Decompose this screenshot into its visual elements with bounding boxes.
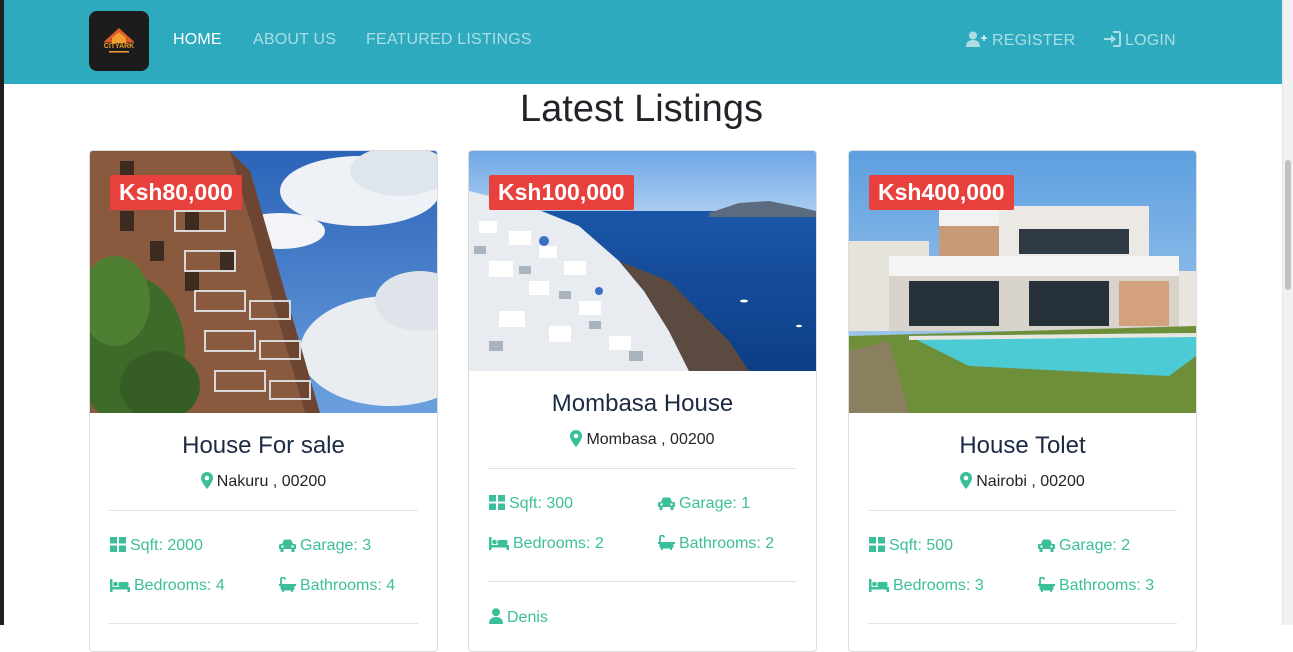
listing-card: Ksh100,000 Mombasa House Mombasa , 00200… <box>468 150 817 652</box>
car-icon <box>1038 537 1059 554</box>
map-marker-icon <box>960 472 976 490</box>
listing-location: Nakuru , 00200 <box>90 472 437 491</box>
bath-icon <box>279 576 300 594</box>
bathrooms-info: Bathrooms: 3 <box>1038 576 1155 595</box>
bathrooms-info: Bathrooms: 2 <box>658 534 775 553</box>
garage-text: Garage: 3 <box>300 537 372 554</box>
garage-info: Garage: 1 <box>658 495 750 513</box>
listing-title[interactable]: Mombasa House <box>469 390 816 418</box>
logo-text: CITYARK <box>104 43 134 50</box>
sqft-text: Sqft: 500 <box>889 537 954 554</box>
site-logo[interactable]: CITYARK <box>89 11 149 71</box>
bath-icon <box>1038 576 1059 594</box>
divider <box>868 623 1177 624</box>
listing-title[interactable]: House Tolet <box>849 432 1196 460</box>
bathrooms-text: Bathrooms: 3 <box>1059 577 1155 594</box>
bathrooms-text: Bathrooms: 4 <box>300 577 396 594</box>
divider <box>109 623 418 624</box>
price-badge: Ksh400,000 <box>869 175 1014 210</box>
listing-location: Mombasa , 00200 <box>469 430 816 449</box>
car-icon <box>658 495 679 512</box>
sign-in-icon <box>1104 31 1125 49</box>
user-plus-icon <box>966 31 992 49</box>
map-marker-icon <box>570 430 586 448</box>
page-heading: Latest Listings <box>520 88 763 130</box>
price-badge: Ksh100,000 <box>489 175 634 210</box>
nav-home-link[interactable]: HOME <box>173 31 222 49</box>
sqft-info: Sqft: 300 <box>489 495 573 513</box>
bedrooms-text: Bedrooms: 3 <box>893 577 984 594</box>
login-label: LOGIN <box>1125 32 1176 49</box>
th-large-icon <box>110 537 130 554</box>
bath-icon <box>658 534 679 552</box>
divider <box>109 510 418 511</box>
listing-card: Ksh400,000 House Tolet Nairobi , 00200 S… <box>848 150 1197 652</box>
sqft-text: Sqft: 2000 <box>130 537 203 554</box>
bedrooms-info: Bedrooms: 2 <box>489 535 604 553</box>
garage-info: Garage: 3 <box>279 537 371 555</box>
bedrooms-info: Bedrooms: 4 <box>110 577 225 595</box>
listing-card: Ksh80,000 House For sale Nakuru , 00200 … <box>89 150 438 652</box>
navbar: CITYARK HOME ABOUT US FEATURED LISTINGS … <box>4 0 1283 84</box>
car-icon <box>279 537 300 554</box>
bathrooms-info: Bathrooms: 4 <box>279 576 396 595</box>
listing-title[interactable]: House For sale <box>90 432 437 460</box>
register-label: REGISTER <box>992 32 1076 49</box>
listing-location: Nairobi , 00200 <box>849 472 1196 491</box>
scrollbar-thumb[interactable] <box>1285 160 1291 290</box>
location-text: Nakuru , 00200 <box>216 473 327 490</box>
divider <box>868 510 1177 511</box>
th-large-icon <box>489 495 509 512</box>
bedrooms-text: Bedrooms: 4 <box>134 577 225 594</box>
bed-icon <box>110 577 134 594</box>
register-link[interactable]: REGISTER <box>966 31 1075 50</box>
bedrooms-text: Bedrooms: 2 <box>513 535 604 552</box>
divider <box>488 468 797 469</box>
sqft-text: Sqft: 300 <box>509 495 574 512</box>
agent-info: Denis <box>489 608 548 627</box>
th-large-icon <box>869 537 889 554</box>
garage-text: Garage: 1 <box>679 495 751 512</box>
location-text: Mombasa , 00200 <box>586 431 715 448</box>
user-icon <box>489 608 507 626</box>
agent-name: Denis <box>507 609 548 626</box>
garage-info: Garage: 2 <box>1038 537 1130 555</box>
sqft-info: Sqft: 2000 <box>110 537 203 555</box>
divider <box>488 581 797 582</box>
location-text: Nairobi , 00200 <box>976 473 1085 490</box>
map-marker-icon <box>200 472 217 490</box>
bathrooms-text: Bathrooms: 2 <box>679 535 775 552</box>
bed-icon <box>489 535 513 552</box>
bed-icon <box>869 577 893 594</box>
nav-about-link[interactable]: ABOUT US <box>253 31 336 49</box>
login-link[interactable]: LOGIN <box>1104 31 1176 50</box>
bedrooms-info: Bedrooms: 3 <box>869 577 984 595</box>
page-scrollbar[interactable] <box>1282 0 1293 625</box>
sqft-info: Sqft: 500 <box>869 537 953 555</box>
nav-featured-link[interactable]: FEATURED LISTINGS <box>366 31 532 49</box>
garage-text: Garage: 2 <box>1059 537 1131 554</box>
price-badge: Ksh80,000 <box>110 175 242 210</box>
